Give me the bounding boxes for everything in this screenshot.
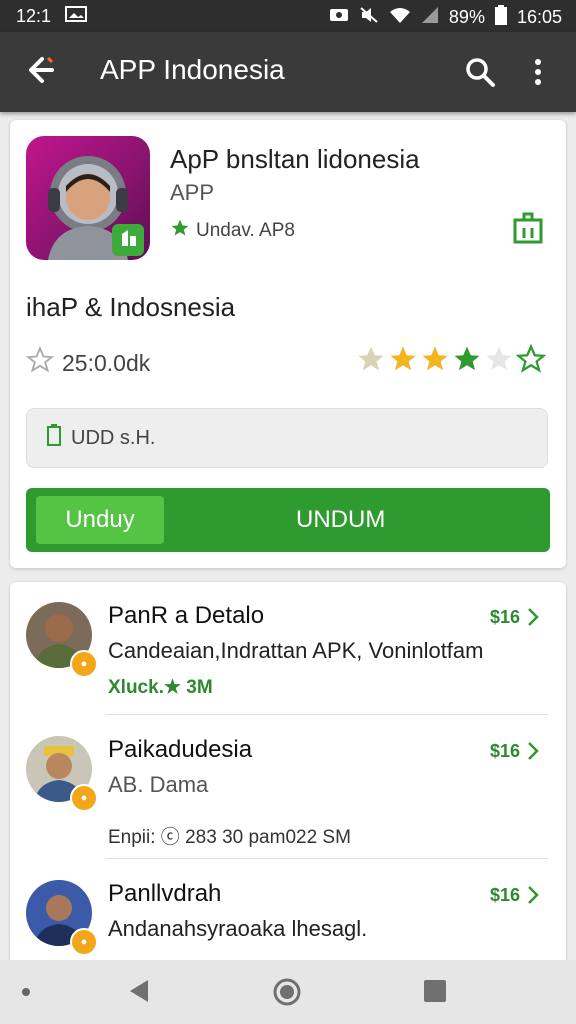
badge-icon: ● (70, 928, 98, 956)
list-item-name: PanR a Detalo (108, 602, 265, 629)
signal-icon (421, 6, 439, 29)
list-item-desc: AB. Dama (108, 772, 209, 797)
star-icon (390, 346, 416, 371)
page-title: APP Indonesia (100, 54, 285, 85)
divider (106, 858, 548, 859)
list-item-price[interactable]: $16 (490, 884, 540, 906)
price-label: $16 (490, 606, 521, 627)
chevron-right-icon (528, 742, 539, 760)
star-icon (358, 346, 384, 371)
nav-back-icon[interactable] (126, 978, 152, 1009)
nav-recent-icon[interactable] (424, 980, 446, 1002)
price-label: $16 (490, 884, 521, 905)
battery-icon (494, 5, 507, 30)
list-item-name: Panllvdrah (108, 880, 222, 907)
search-icon[interactable] (462, 54, 498, 90)
download-button-label: Unduy (65, 506, 135, 533)
badge-icon: ● (70, 784, 98, 812)
list-item-meta: Enpii: ⓒ 283 30 pam022 SM (108, 827, 351, 848)
badge-icon: ● (70, 650, 98, 678)
mute-icon (359, 6, 379, 29)
list-item-desc: Andanahsyraoaka lhesagl. (108, 916, 368, 941)
nav-home-icon[interactable] (272, 977, 302, 1012)
app-developer: Undav. AP8 (170, 218, 295, 244)
photo-icon (65, 5, 88, 28)
download-button[interactable]: Unduy (36, 496, 164, 544)
related-apps-card: ● PanR a Detalo Candeaian,Indrattan APK,… (10, 582, 566, 982)
share-icon[interactable] (510, 210, 546, 246)
chevron-right-icon (528, 608, 539, 626)
star-outline-icon (516, 344, 546, 373)
developer-label: Undav. AP8 (196, 220, 295, 241)
battery-percent: 89% (448, 7, 485, 27)
info-box[interactable]: UDD s.H. (26, 408, 548, 468)
star-outline-icon (25, 345, 55, 380)
wifi-icon (389, 6, 411, 29)
app-detail-card: ApP bnsltan lidonesia APP Undav. AP8 iha… (10, 120, 566, 568)
star-icon (170, 218, 190, 244)
install-label: UNDUM (296, 506, 386, 533)
app-name: ApP bnsltan lidonesia (170, 144, 420, 174)
install-button[interactable]: Unduy UNDUM (26, 488, 550, 552)
status-time: 16:05 (516, 7, 562, 27)
section-title: ihaP & Indosnesia (26, 292, 236, 322)
app-subtitle: APP (170, 180, 215, 205)
back-arrow-icon[interactable] (24, 50, 64, 90)
list-item-name: Paikadudesia (108, 736, 253, 763)
star-icon (454, 346, 480, 371)
list-item-price[interactable]: $16 (490, 606, 540, 628)
chevron-right-icon (528, 886, 539, 904)
downloads-count: 25:0.0dk (25, 345, 151, 380)
app-bar: APP Indonesia (0, 32, 576, 112)
status-bar: 12:1 89% 16:05 (0, 0, 576, 32)
star-icon (422, 346, 448, 371)
price-label: $16 (490, 740, 521, 761)
status-left-number: 12:1 (16, 6, 52, 26)
divider (106, 714, 548, 715)
more-vert-icon[interactable] (528, 54, 548, 90)
info-text: UDD s.H. (71, 426, 156, 449)
notification-icon (329, 6, 349, 29)
list-item-meta: Xluck.★ 3M (108, 677, 213, 698)
star-icon (486, 346, 512, 371)
list-item-desc: Candeaian,Indrattan APK, Voninlotfam (108, 638, 484, 663)
app-icon[interactable] (26, 136, 150, 260)
rating-stars (356, 344, 546, 374)
nav-dot-icon (22, 988, 30, 996)
list-item-price[interactable]: $16 (490, 740, 540, 762)
list-item[interactable]: ● Paikadudesia AB. Dama Enpii: ⓒ 283 30 … (10, 716, 566, 856)
system-nav-bar (0, 960, 576, 1024)
list-item[interactable]: ● PanR a Detalo Candeaian,Indrattan APK,… (10, 582, 566, 722)
downloads-label: 25:0.0dk (62, 349, 151, 376)
battery-outline-icon (45, 423, 63, 453)
